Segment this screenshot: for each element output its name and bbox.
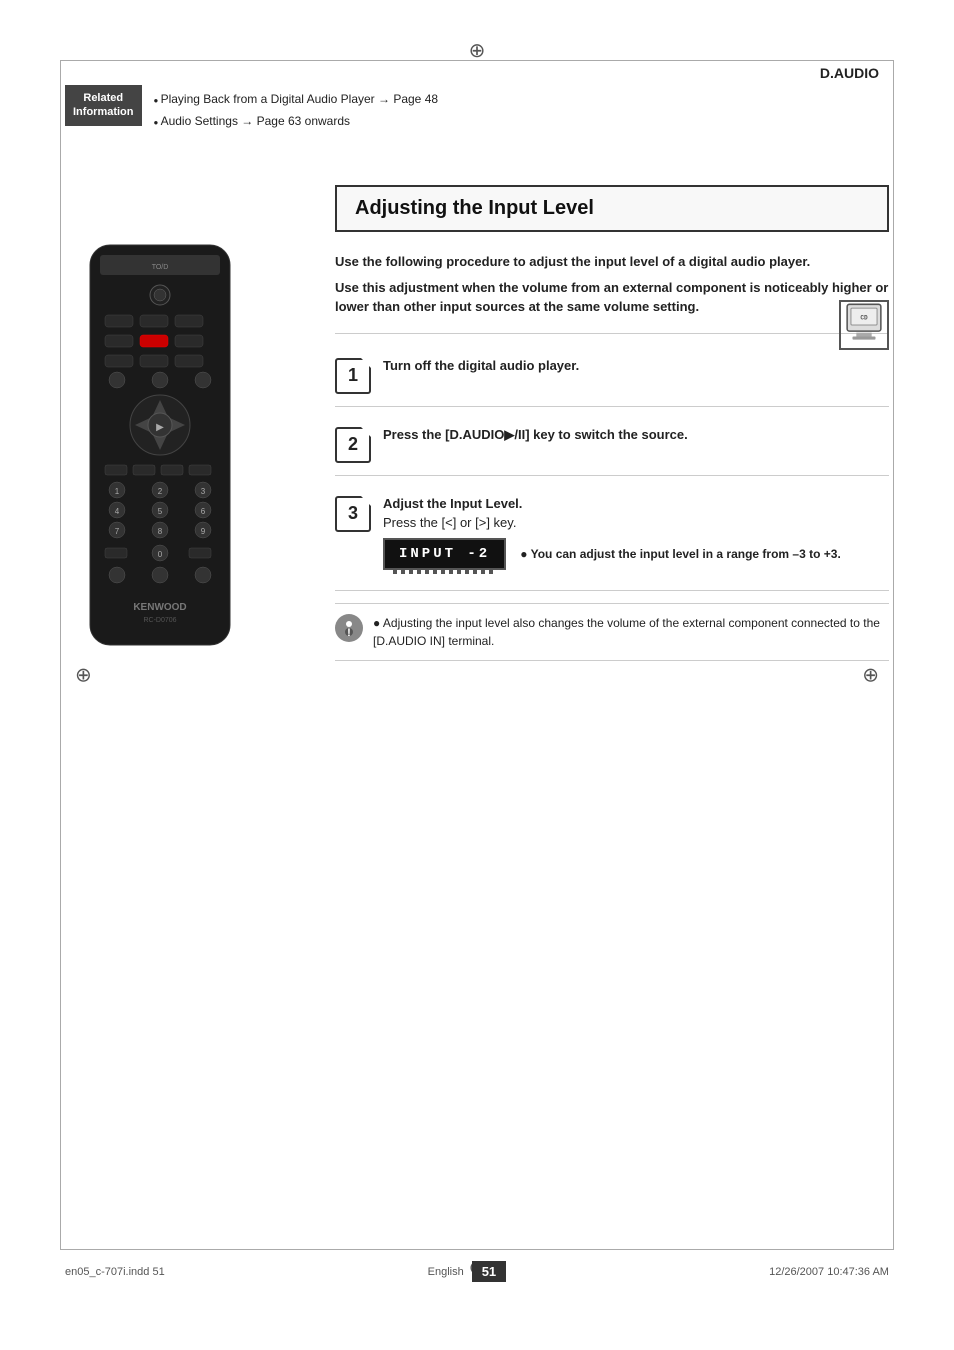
crosshair-right-icon: ⊕ — [862, 663, 879, 688]
main-content: Adjusting the Input Level Use the follow… — [65, 185, 889, 661]
note-row: ! ● Adjusting the input level also chang… — [335, 603, 889, 661]
steps-area: 1 Turn off the digital audio player. 2 P… — [335, 346, 889, 591]
divider-1 — [335, 333, 889, 334]
step-3-content: Adjust the Input Level. Press the [<] or… — [383, 496, 889, 578]
related-link-2: Audio Settings → Page 63 onwards — [154, 111, 439, 133]
svg-text:!: ! — [347, 627, 351, 639]
step-2-number: 2 — [335, 427, 371, 463]
step-3-instruction: Adjust the Input Level. — [383, 496, 889, 511]
related-link-1: Playing Back from a Digital Audio Player… — [154, 89, 439, 111]
step-3-row: 3 Adjust the Input Level. Press the [<] … — [335, 484, 889, 591]
page-number: 51 — [472, 1261, 506, 1282]
step-1-content: Turn off the digital audio player. — [383, 358, 889, 373]
section-title: Adjusting the Input Level — [355, 197, 869, 220]
page-number-box: English 51 — [428, 1261, 507, 1282]
display-unit-icon: CD — [839, 300, 889, 350]
footer: en05_c-707i.indd 51 English 51 12/26/200… — [65, 1261, 889, 1282]
step-2-row: 2 Press the [D.AUDIO▶/II] key to switch … — [335, 415, 889, 476]
intro-paragraph-2: Use this adjustment when the volume from… — [335, 278, 889, 317]
input-display-area: INPUT -2 ● You can adjust the input leve… — [383, 538, 889, 570]
note-text: ● Adjusting the input level also changes… — [373, 614, 889, 650]
intro-text: Use the following procedure to adjust th… — [335, 252, 889, 317]
page-border-bottom — [60, 1249, 894, 1250]
page-border-right — [893, 60, 894, 1250]
language-label: English — [428, 1266, 464, 1278]
step-3-number: 3 — [335, 496, 371, 532]
intro-paragraph-1: Use the following procedure to adjust th… — [335, 252, 889, 272]
step-1-row: 1 Turn off the digital audio player. — [335, 346, 889, 407]
input-level-note: ● You can adjust the input level in a ra… — [520, 545, 841, 563]
step-1-instruction: Turn off the digital audio player. — [383, 358, 579, 373]
step-2-content: Press the [D.AUDIO▶/II] key to switch th… — [383, 427, 889, 443]
related-info-badge: Related Information — [65, 85, 142, 126]
note-icon: ! — [335, 614, 363, 642]
step-2-instruction: Press the [D.AUDIO▶/II] key to switch th… — [383, 427, 688, 442]
step-3-sub: Press the [<] or [>] key. — [383, 515, 889, 530]
input-display-box: INPUT -2 — [383, 538, 506, 570]
page-border-left — [60, 60, 61, 1250]
svg-text:CD: CD — [860, 315, 868, 322]
daudio-section-label: D.AUDIO — [820, 65, 879, 81]
related-info-links: Playing Back from a Digital Audio Player… — [154, 85, 439, 132]
footer-date: 12/26/2007 10:47:36 AM — [769, 1266, 889, 1278]
footer-filename: en05_c-707i.indd 51 — [65, 1266, 165, 1278]
step-1-number: 1 — [335, 358, 371, 394]
related-info-section: Related Information Playing Back from a … — [65, 85, 438, 132]
section-title-box: Adjusting the Input Level — [335, 185, 889, 232]
crosshair-top-icon: ⊕ — [469, 38, 486, 63]
